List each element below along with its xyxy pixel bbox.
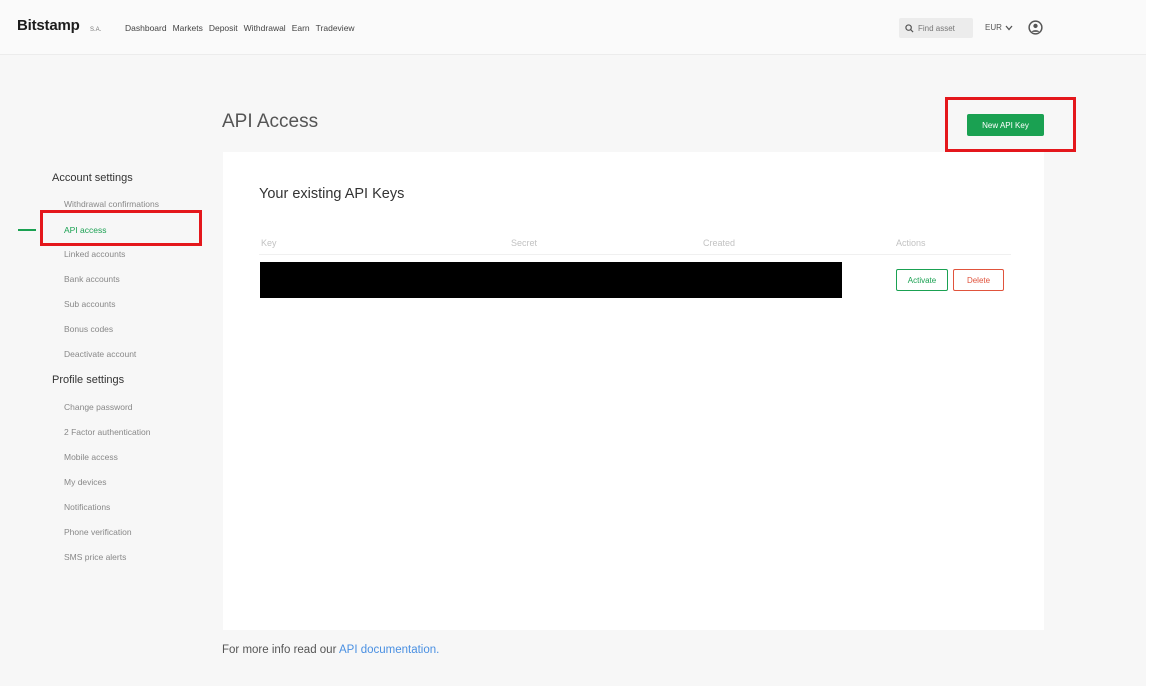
footer-note: For more info read our API documentation… — [222, 644, 439, 656]
api-keys-card: Your existing API Keys Key Secret Create… — [223, 152, 1044, 630]
logo-suffix: S.A. — [90, 27, 102, 33]
chevron-down-icon — [1005, 25, 1013, 30]
sidebar-item-phone-verification[interactable]: Phone verification — [64, 527, 132, 537]
sidebar-item-bank-accounts[interactable]: Bank accounts — [64, 274, 120, 284]
asset-search[interactable]: Find asset — [899, 18, 973, 38]
page: Bitstamp S.A. Dashboard Markets Deposit … — [0, 0, 1146, 686]
activate-button[interactable]: Activate — [896, 269, 948, 291]
nav-withdrawal[interactable]: Withdrawal — [244, 23, 286, 33]
api-keys-title: Your existing API Keys — [259, 186, 405, 202]
nav-markets[interactable]: Markets — [173, 23, 203, 33]
column-actions: Actions — [896, 238, 926, 248]
account-settings-heading: Account settings — [52, 172, 133, 184]
redacted-key-row — [260, 262, 842, 298]
main-nav: Dashboard Markets Deposit Withdrawal Ear… — [125, 23, 355, 33]
api-documentation-link[interactable]: API documentation. — [339, 644, 439, 656]
header-divider — [259, 254, 1011, 255]
column-created: Created — [703, 238, 736, 248]
column-secret: Secret — [511, 238, 538, 248]
search-placeholder: Find asset — [918, 23, 955, 33]
nav-dashboard[interactable]: Dashboard — [125, 23, 167, 33]
footer-text: For more info read our — [222, 644, 339, 656]
profile-settings-heading: Profile settings — [52, 374, 125, 386]
sidebar-item-my-devices[interactable]: My devices — [64, 477, 107, 487]
sidebar-item-notifications[interactable]: Notifications — [64, 502, 110, 512]
search-icon — [905, 23, 914, 33]
top-navbar: Bitstamp S.A. Dashboard Markets Deposit … — [0, 0, 1146, 55]
user-icon[interactable] — [1028, 20, 1043, 35]
nav-earn[interactable]: Earn — [292, 23, 310, 33]
sidebar-item-withdrawal-confirmations[interactable]: Withdrawal confirmations — [64, 199, 159, 209]
nav-deposit[interactable]: Deposit — [209, 23, 238, 33]
new-key-highlight-box — [945, 97, 1076, 152]
currency-label: EUR — [985, 23, 1002, 32]
active-indicator — [18, 229, 36, 231]
sidebar-item-deactivate-account[interactable]: Deactivate account — [64, 349, 136, 359]
sidebar-item-sms-price-alerts[interactable]: SMS price alerts — [64, 552, 126, 562]
sidebar-item-sub-accounts[interactable]: Sub accounts — [64, 299, 116, 309]
right-edge-strip — [1146, 0, 1163, 686]
column-key: Key — [261, 238, 277, 248]
sidebar-item-mobile-access[interactable]: Mobile access — [64, 452, 118, 462]
bitstamp-logo[interactable]: Bitstamp — [17, 17, 80, 34]
currency-selector[interactable]: EUR — [985, 23, 1013, 32]
sidebar-item-change-password[interactable]: Change password — [64, 402, 133, 412]
sidebar-item-linked-accounts[interactable]: Linked accounts — [64, 249, 125, 259]
api-access-highlight-box — [40, 210, 202, 246]
page-title: API Access — [222, 111, 319, 132]
sidebar-item-2fa[interactable]: 2 Factor authentication — [64, 427, 150, 437]
sidebar-item-bonus-codes[interactable]: Bonus codes — [64, 324, 113, 334]
delete-button[interactable]: Delete — [953, 269, 1004, 291]
nav-tradeview[interactable]: Tradeview — [316, 23, 355, 33]
